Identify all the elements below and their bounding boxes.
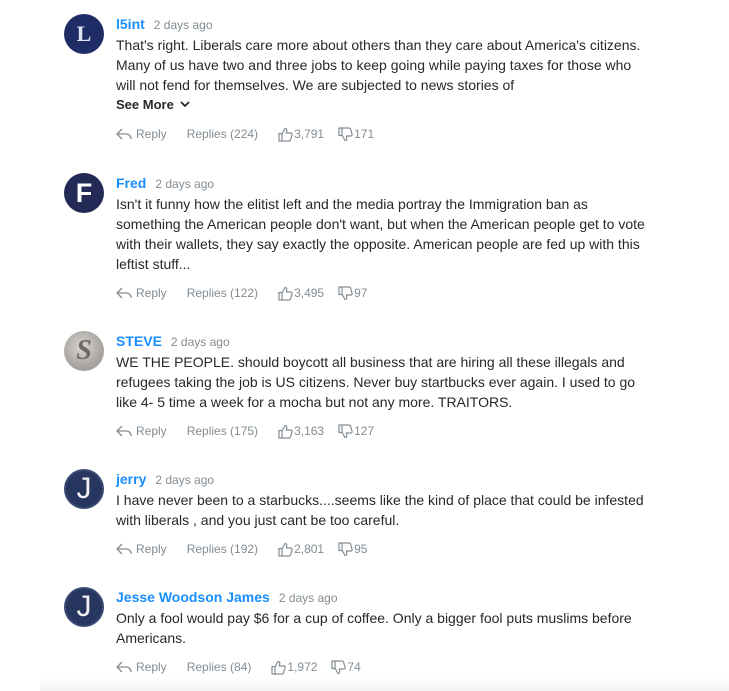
avatar-letter: L <box>76 21 92 46</box>
dislike-count: 171 <box>354 127 375 141</box>
avatar-letter: S <box>76 335 92 366</box>
see-more-label: See More <box>116 97 174 112</box>
reply-label: Reply <box>136 286 167 300</box>
author-name[interactable]: Jesse Woodson James <box>116 589 270 605</box>
avatar-letter: F <box>75 177 93 208</box>
replies-button[interactable]: Replies (175) <box>187 424 258 438</box>
comment-actions: Reply Replies (122) 3,495 97 <box>116 284 367 302</box>
timestamp: 2 days ago <box>155 473 215 487</box>
dislike-count: 127 <box>354 424 375 438</box>
timestamp: 2 days ago <box>170 335 230 349</box>
comment-meta: jerry 2 days ago <box>116 471 214 489</box>
thumbs-down-icon <box>338 423 353 438</box>
reply-label: Reply <box>136 424 167 438</box>
like-count: 3,495 <box>294 286 325 300</box>
comment-meta: Jesse Woodson James 2 days ago <box>116 589 338 607</box>
chevron-down-icon <box>180 101 190 108</box>
dislike-button[interactable]: 95 <box>338 541 368 557</box>
timestamp: 2 days ago <box>153 18 213 32</box>
like-count: 2,801 <box>294 542 325 556</box>
reply-label: Reply <box>136 127 167 141</box>
comment-meta: STEVE 2 days ago <box>116 333 230 351</box>
avatar[interactable]: J <box>64 469 104 509</box>
comment-text: I have never been to a starbucks....seem… <box>116 492 644 528</box>
replies-button[interactable]: Replies (224) <box>187 127 258 141</box>
reply-button[interactable]: Reply <box>116 424 167 438</box>
see-more-button[interactable]: See More <box>116 97 190 112</box>
dislike-count: 74 <box>347 660 361 674</box>
like-button[interactable]: 2,801 <box>278 542 324 557</box>
thumbs-up-icon <box>278 286 293 301</box>
like-button[interactable]: 1,972 <box>271 660 317 675</box>
author-name[interactable]: Fred <box>116 175 146 191</box>
thumbs-down-icon <box>338 541 353 556</box>
comment-text: Only a fool would pay $6 for a cup of co… <box>116 610 632 646</box>
comment-text: Isn't it funny how the elitist left and … <box>116 196 645 272</box>
like-button[interactable]: 3,791 <box>278 127 324 142</box>
thumbs-up-icon <box>278 424 293 439</box>
avatar[interactable]: S <box>64 331 104 371</box>
reply-button[interactable]: Reply <box>116 127 167 141</box>
dislike-count: 97 <box>354 286 368 300</box>
timestamp: 2 days ago <box>155 177 215 191</box>
replies-button[interactable]: Replies (122) <box>187 286 258 300</box>
timestamp: 2 days ago <box>278 591 338 605</box>
like-count: 1,972 <box>287 660 318 674</box>
thumbs-up-icon <box>271 660 287 675</box>
reply-arrow-icon <box>116 543 132 555</box>
like-button[interactable]: 3,495 <box>278 286 324 301</box>
dislike-button[interactable]: 97 <box>338 285 368 301</box>
like-button[interactable]: 3,163 <box>278 424 324 439</box>
reply-button[interactable]: Reply <box>116 660 167 674</box>
like-count: 3,791 <box>294 127 325 141</box>
comment-meta: Fred 2 days ago <box>116 175 214 193</box>
comment-actions: Reply Replies (224) 3,791 171 <box>116 125 374 143</box>
dislike-button[interactable]: 171 <box>338 126 375 142</box>
dislike-button[interactable]: 74 <box>331 659 361 675</box>
avatar[interactable]: F <box>64 173 104 213</box>
author-name[interactable]: l5int <box>116 16 145 32</box>
avatar-letter: J <box>76 590 92 623</box>
thumbs-up-icon <box>278 542 293 557</box>
reply-button[interactable]: Reply <box>116 542 167 556</box>
comment-actions: Reply Replies (192) 2,801 95 <box>116 540 367 558</box>
reply-label: Reply <box>136 660 167 674</box>
avatar[interactable]: J <box>64 587 104 627</box>
reply-arrow-icon <box>116 425 132 437</box>
author-name[interactable]: STEVE <box>116 333 162 349</box>
bottom-fade <box>40 677 729 691</box>
author-name[interactable]: jerry <box>116 471 146 487</box>
reply-button[interactable]: Reply <box>116 286 167 300</box>
dislike-count: 95 <box>354 542 368 556</box>
reply-arrow-icon <box>116 661 132 673</box>
comment-text: That's right. Liberals care more about o… <box>116 37 641 93</box>
avatar[interactable]: L <box>64 14 104 54</box>
reply-arrow-icon <box>116 128 132 140</box>
dislike-button[interactable]: 127 <box>338 423 375 439</box>
like-count: 3,163 <box>294 424 325 438</box>
replies-button[interactable]: Replies (192) <box>187 542 258 556</box>
thumbs-down-icon <box>338 126 353 141</box>
reply-arrow-icon <box>116 287 132 299</box>
comment-meta: l5int 2 days ago <box>116 16 213 34</box>
thumbs-down-icon <box>331 659 347 674</box>
replies-button[interactable]: Replies (84) <box>187 660 252 674</box>
comment-text: WE THE PEOPLE. should boycott all busine… <box>116 354 636 410</box>
avatar-letter: J <box>76 472 92 505</box>
reply-label: Reply <box>136 542 167 556</box>
thumbs-down-icon <box>338 285 353 300</box>
thumbs-up-icon <box>278 127 293 142</box>
comment-actions: Reply Replies (175) 3,163 127 <box>116 422 374 440</box>
comment-actions: Reply Replies (84) 1,972 74 <box>116 658 361 676</box>
